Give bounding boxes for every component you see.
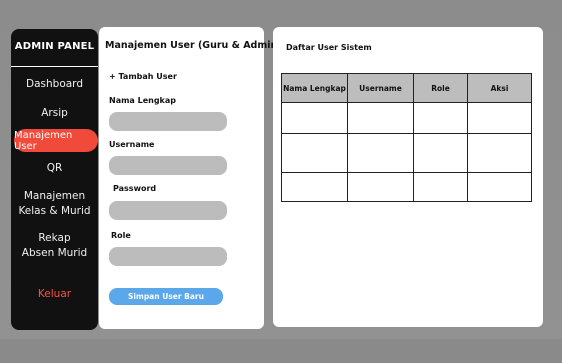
sidebar-item-rekap-absen[interactable]: Rekap Absen Murid — [11, 231, 98, 261]
sidebar-item-manajemen-kelas[interactable]: Manajemen Kelas & Murid — [11, 189, 98, 219]
user-table-card: Daftar User Sistem Nama Lengkap Username… — [273, 27, 543, 327]
nama-lengkap-input[interactable] — [109, 112, 227, 131]
password-label: Password — [113, 184, 157, 193]
table-row — [281, 102, 532, 134]
table-cell — [467, 102, 532, 134]
table-cell — [413, 102, 468, 134]
form-title: Manajemen User (Guru & Admin) — [105, 40, 282, 51]
table-cell — [281, 172, 348, 202]
table-cell — [467, 133, 532, 173]
save-user-button[interactable]: Simpan User Baru — [109, 288, 223, 305]
user-form-card: Manajemen User (Guru & Admin) + Tambah U… — [99, 27, 282, 329]
nama-lengkap-label: Nama Lengkap — [109, 96, 177, 105]
sidebar-item-arsip[interactable]: Arsip — [11, 106, 98, 121]
password-input[interactable] — [109, 201, 227, 220]
table-title: Daftar User Sistem — [286, 43, 372, 52]
sidebar-item-keluar[interactable]: Keluar — [11, 287, 98, 302]
role-input[interactable] — [109, 247, 227, 266]
table-cell — [347, 102, 414, 134]
table-header-row: Nama Lengkap Username Role Aksi — [281, 73, 532, 103]
table-cell — [281, 133, 348, 173]
sidebar-title: ADMIN PANEL — [14, 41, 95, 52]
sidebar-item-manajemen-user[interactable]: Manajemen User — [14, 129, 98, 152]
add-user-label[interactable]: + Tambah User — [109, 72, 177, 81]
table-cell — [413, 172, 468, 202]
username-input[interactable] — [109, 156, 227, 175]
table-cell — [281, 102, 348, 134]
table-cell — [413, 133, 468, 173]
sidebar: ADMIN PANEL Dashboard Arsip Manajemen Us… — [11, 29, 98, 330]
col-header-aksi: Aksi — [467, 73, 532, 103]
role-label: Role — [111, 231, 131, 240]
username-label: Username — [109, 140, 155, 149]
users-table: Nama Lengkap Username Role Aksi — [281, 73, 532, 202]
table-cell — [347, 133, 414, 173]
sidebar-divider — [11, 66, 98, 67]
col-header-nama-lengkap: Nama Lengkap — [281, 73, 348, 103]
table-row — [281, 172, 532, 202]
col-header-username: Username — [347, 73, 414, 103]
table-cell — [347, 172, 414, 202]
bottom-band — [0, 339, 562, 363]
table-cell — [467, 172, 532, 202]
sidebar-item-dashboard[interactable]: Dashboard — [11, 77, 98, 92]
sidebar-item-qr[interactable]: QR — [11, 161, 98, 176]
col-header-role: Role — [413, 73, 468, 103]
table-row — [281, 133, 532, 173]
